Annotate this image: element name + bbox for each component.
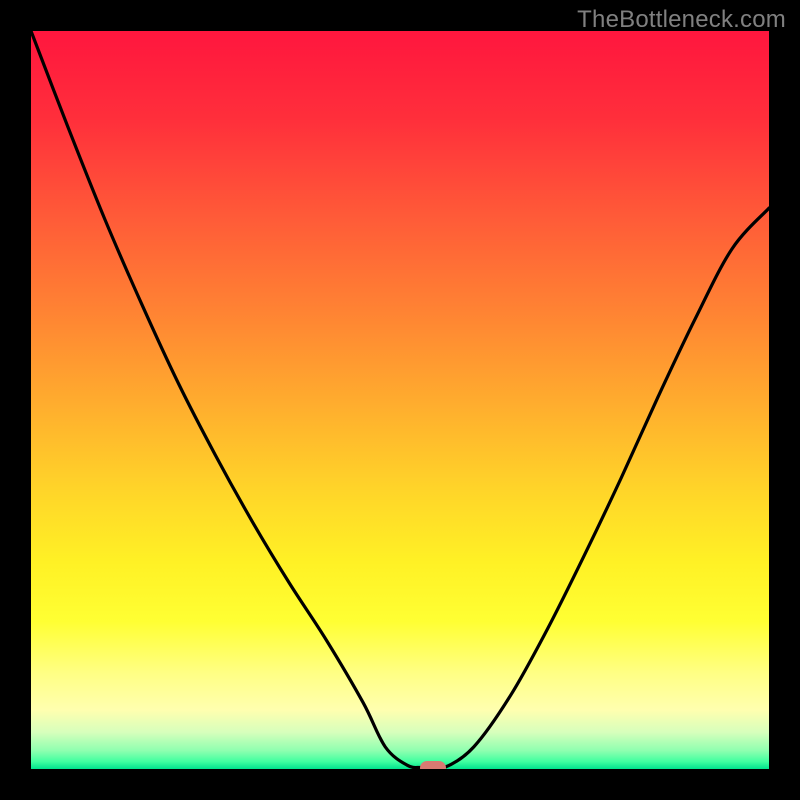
chart-frame: TheBottleneck.com bbox=[0, 0, 800, 800]
watermark-text: TheBottleneck.com bbox=[577, 6, 786, 34]
bottleneck-curve bbox=[31, 31, 769, 769]
minimum-marker bbox=[420, 761, 446, 769]
plot-area bbox=[31, 31, 769, 769]
